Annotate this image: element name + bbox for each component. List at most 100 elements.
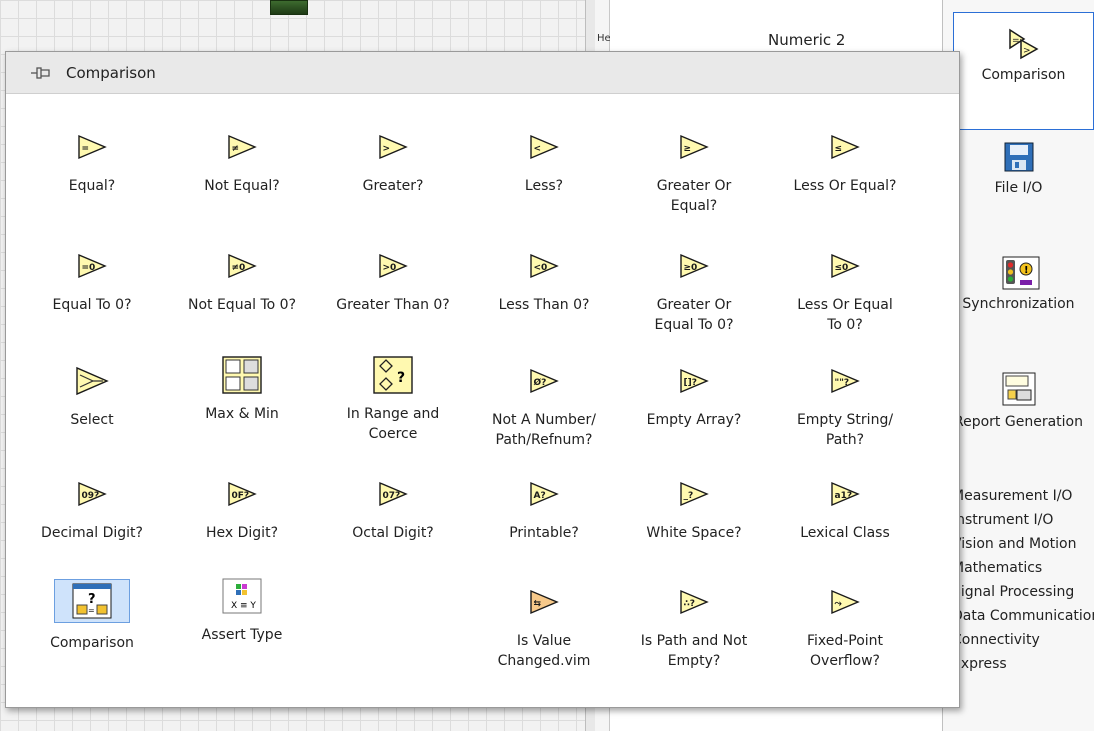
palette-item-not-a-number-path-refnum[interactable]: Ø? Not A Number/ Path/Refnum? [482,364,606,450]
greater-icon: > [331,130,455,164]
palette-item-label: Empty Array? [646,412,742,428]
palette-category[interactable]: Express [958,652,1094,676]
less-icon: < [482,130,606,164]
svg-text:""?: ""? [835,378,850,388]
svg-text:07?: 07? [383,491,401,501]
octal-digit-icon: 07? [331,477,455,511]
assert-type-icon: X ≡ Y [180,578,304,614]
palette-item-assert-type[interactable]: X ≡ Y Assert Type [180,578,304,645]
svg-text:⤳: ⤳ [835,599,843,609]
comparison-icon: = > [1007,27,1041,61]
svg-text:A?: A? [534,491,546,501]
palette-item-not-equal[interactable]: ≠ Not Equal? [180,130,304,196]
palette-item-comparison[interactable]: ? = Comparison [30,579,154,653]
palette-item-printable[interactable]: A? Printable? [482,477,606,543]
palette-category[interactable]: Connectivity [958,628,1094,652]
palette-item-label: Greater Or Equal? [656,178,732,214]
numeric-control-label[interactable]: Numeric 2 [768,31,845,49]
palette-item-white-space[interactable]: _? White Space? [632,477,756,543]
less-or-equal-icon: ≤ [783,130,907,164]
palette-item-label: Lexical Class [800,525,890,541]
palette-item-label: Greater Or Equal To 0? [654,297,734,333]
palette-item-lexical-class[interactable]: a1? Lexical Class [783,477,907,543]
empty-string-path-icon: ""? [783,364,907,398]
palette-item-in-range-and-coerce[interactable]: ? In Range and Coerce [331,356,455,444]
hex-digit-icon: 0F? [180,477,304,511]
palette-item-less-or-equal-to-0[interactable]: ≤0 Less Or Equal To 0? [783,249,907,335]
palette-item-empty-string-path[interactable]: ""? Empty String/ Path? [783,364,907,450]
palette-item-octal-digit[interactable]: 07? Octal Digit? [331,477,455,543]
palette-category[interactable]: Instrument I/O [958,508,1094,532]
svg-text:>: > [1023,46,1031,56]
palette-item-max-min[interactable]: Max & Min [180,356,304,424]
palette-item-label: Equal To 0? [52,297,132,313]
palette-item-greater[interactable]: > Greater? [331,130,455,196]
equal-icon: = [30,130,154,164]
palette-item-greater-or-equal[interactable]: ≥ Greater Or Equal? [632,130,756,216]
palette-category[interactable]: Data Communication [958,604,1094,628]
palette-item-report-generation[interactable]: Report Generation [943,372,1094,432]
palette-category[interactable]: Signal Processing [958,580,1094,604]
palette-item-label: Hex Digit? [206,525,278,541]
svg-text:=: = [88,606,95,615]
palette-item-label: White Space? [646,525,742,541]
palette-item-label: In Range and Coerce [346,406,440,442]
not-a-number-path-refnum-icon: Ø? [482,364,606,398]
palette-item-label: Max & Min [205,406,279,422]
palette-category[interactable]: Mathematics [958,556,1094,580]
palette-item-comparison[interactable]: = > Comparison [953,12,1094,130]
palette-item-label: Greater? [362,178,424,194]
palette-item-label: Decimal Digit? [41,525,143,541]
palette-item-less[interactable]: < Less? [482,130,606,196]
in-range-and-coerce-icon: ? [331,356,455,394]
palette-category[interactable]: Vision and Motion [958,532,1094,556]
palette-item-less-than-0[interactable]: <0 Less Than 0? [482,249,606,315]
palette-item-less-or-equal[interactable]: ≤ Less Or Equal? [783,130,907,196]
palette-item-label: Is Path and Not Empty? [640,633,748,669]
palette-item-decimal-digit[interactable]: 09? Decimal Digit? [30,477,154,543]
palette-item-equal[interactable]: = Equal? [30,130,154,196]
palette-item-hex-digit[interactable]: 0F? Hex Digit? [180,477,304,543]
svg-text:=0: =0 [82,263,96,273]
empty-array-icon: []? [632,364,756,398]
palette-item-file-io[interactable]: File I/O [943,140,1094,196]
popup-title-bar[interactable]: Comparison [6,52,959,94]
svg-text:≥: ≥ [684,144,692,154]
palette-item-select[interactable]: Select [30,364,154,430]
less-than-0-icon: <0 [482,249,606,283]
palette-item-equal-to-0[interactable]: =0 Equal To 0? [30,249,154,315]
palette-item-greater-than-0[interactable]: >0 Greater Than 0? [331,249,455,315]
palette-category[interactable]: Measurement I/O [958,484,1094,508]
palette-item-label: Assert Type [201,627,283,643]
svg-text:>: > [383,144,391,154]
svg-text:≠: ≠ [232,144,240,154]
palette-item-is-path-and-not-empty[interactable]: ∴? Is Path and Not Empty? [632,585,756,671]
svg-text:>0: >0 [383,263,397,273]
pin-icon[interactable] [30,65,52,81]
floppy-disk-icon [1002,140,1036,174]
printer-report-icon [1002,372,1036,406]
palette-item-greater-or-equal-to-0[interactable]: ≥0 Greater Or Equal To 0? [632,249,756,335]
not-equal-icon: ≠ [180,130,304,164]
svg-text:09?: 09? [82,491,100,501]
diagram-node[interactable] [270,0,308,15]
comparison-icon: ? = [54,579,130,623]
palette-item-not-equal-to-0[interactable]: ≠0 Not Equal To 0? [180,249,304,315]
palette-item-label: Less? [524,178,564,194]
palette-item-synchronization[interactable]: ! Synchronization [943,256,1094,312]
palette-item-label: Not A Number/ Path/Refnum? [492,412,596,448]
palette-item-label: Comparison [981,67,1066,83]
palette-item-label: Greater Than 0? [336,297,450,313]
palette-item-fixed-point-overflow[interactable]: ⤳ Fixed-Point Overflow? [783,585,907,671]
svg-text:_?: _? [684,491,694,501]
palette-item-label: Empty String/ Path? [796,412,894,448]
palette-item-label: Synchronization [962,296,1075,312]
palette-category-list: Measurement I/O Instrument I/O Vision an… [958,484,1094,676]
svg-text:∴?: ∴? [684,599,695,609]
palette-item-empty-array[interactable]: []? Empty Array? [632,364,756,430]
popup-title: Comparison [66,63,156,82]
svg-text:?: ? [397,370,405,386]
less-or-equal-to-0-icon: ≤0 [783,249,907,283]
printable-icon: A? [482,477,606,511]
palette-item-is-value-changed-vim[interactable]: ⇆ Is Value Changed.vim [482,585,606,671]
